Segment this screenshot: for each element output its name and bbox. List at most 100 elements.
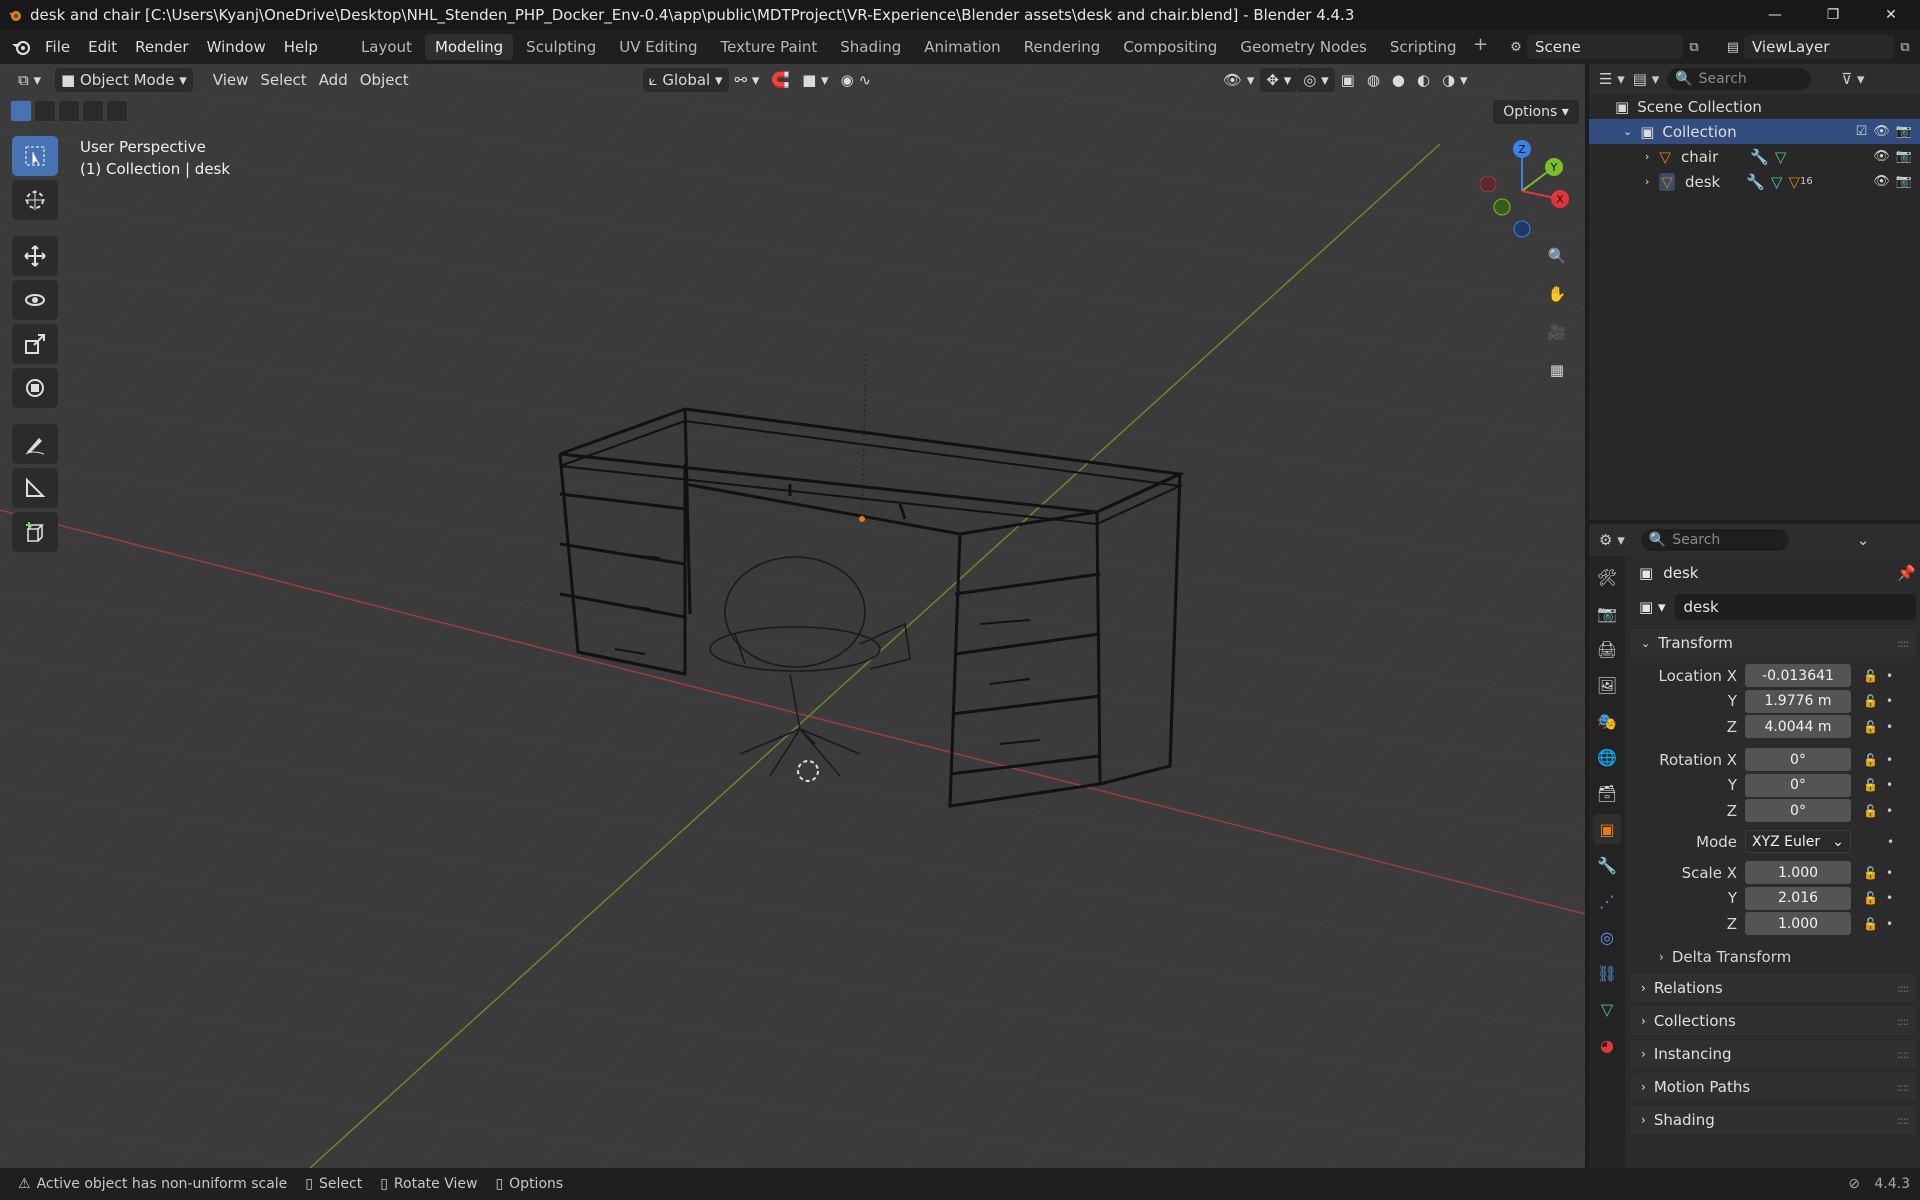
properties-search-input[interactable]: 🔍 Search [1640,529,1789,551]
transform-panel-header[interactable]: ⌄ Transform :::: [1631,629,1916,657]
tab-sculpting[interactable]: Sculpting [516,34,606,60]
chevron-right-icon[interactable]: › [1645,175,1649,188]
lock-icon[interactable]: 🔓 [1863,720,1878,734]
lock-icon[interactable]: 🔓 [1863,778,1878,792]
rotation-mode-dropdown[interactable]: XYZ Euler ⌄ [1745,830,1851,853]
orientation-dropdown[interactable]: ⟀ Global ▾ [642,68,729,92]
location-y-field[interactable]: 1.9776 m [1745,689,1851,713]
particles-tab-icon[interactable]: ⋰ [1593,886,1621,916]
scale-z-field[interactable]: 1.000 [1745,912,1851,935]
new-view-layer-icon[interactable]: ⧉ [1894,36,1916,58]
material-tab-icon[interactable]: ◕ [1593,1030,1621,1060]
new-scene-icon[interactable]: ⧉ [1683,36,1705,58]
drag-grip-icon[interactable]: :::: [1897,1081,1909,1094]
keyframe-dot-icon[interactable]: • [1886,753,1893,767]
display-mode-icon[interactable]: ▤ ▾ [1633,70,1659,88]
keyframe-dot-icon[interactable]: • [1887,835,1894,849]
material-shading-icon[interactable]: ◐ [1411,68,1436,92]
lock-icon[interactable]: 🔓 [1863,866,1878,880]
collections-panel-header[interactable]: › Collections :::: [1631,1007,1916,1035]
tool-tab-icon[interactable]: 🛠 [1593,562,1621,592]
keyframe-dot-icon[interactable]: • [1886,669,1893,683]
chevron-down-icon[interactable]: ⌄ [1623,125,1632,138]
view-layer-icon[interactable]: ▤ [1722,36,1744,58]
rotate-tool-icon[interactable] [12,280,58,320]
viewport-options-button[interactable]: Options ▾ [1493,100,1579,124]
modifier-tab-icon[interactable]: 🔧 [1593,850,1621,880]
keyframe-dot-icon[interactable]: • [1886,866,1893,880]
add-workspace-button[interactable]: + [1470,34,1492,60]
camera-view-icon[interactable]: 🎥 [1541,316,1573,348]
mesh-data-icon[interactable]: ▽ [1771,173,1783,191]
pin-icon[interactable]: 📌 [1897,564,1916,582]
desk-render-icon[interactable]: 📷 [1896,174,1912,189]
xray-toggle-icon[interactable]: ▣ [1335,68,1361,92]
blender-menu-icon[interactable] [6,34,36,60]
chair-visibility-icon[interactable]: 👁 [1873,149,1890,164]
keyframe-dot-icon[interactable]: • [1886,720,1893,734]
view-layer-tab-icon[interactable]: 🖼 [1593,670,1621,700]
editor-type-icon[interactable]: ⧉ ▾ [12,68,47,92]
minimize-button[interactable]: — [1746,0,1804,30]
maximize-button[interactable]: ❐ [1804,0,1862,30]
drag-grip-icon[interactable]: :::: [1897,637,1909,650]
lock-icon[interactable]: 🔓 [1863,804,1878,818]
select-box-tool-icon[interactable] [12,136,58,176]
outliner-search-input[interactable]: 🔍 Search [1667,68,1812,90]
drag-grip-icon[interactable]: :::: [1897,1015,1909,1028]
motion-paths-panel-header[interactable]: › Motion Paths :::: [1631,1073,1916,1101]
menu-render[interactable]: Render [126,34,197,60]
solid-shading-icon[interactable]: ● [1386,68,1411,92]
world-tab-icon[interactable]: 🌐 [1593,742,1621,772]
visibility-icon[interactable]: 👁 ▾ [1217,68,1260,92]
gizmo-neg-x-handle[interactable] [1479,175,1497,193]
zoom-icon[interactable]: 🔍 [1541,240,1573,272]
collection-row[interactable]: ⌄ ▣ Collection ☑ 👁 📷 [1589,119,1920,144]
scene-collection-row[interactable]: ▣ Scene Collection [1589,94,1920,119]
menu-file[interactable]: File [36,34,79,60]
view-layer-field[interactable]: ViewLayer [1744,35,1894,59]
desk-visibility-icon[interactable]: 👁 [1873,174,1890,189]
properties-editor-icon[interactable]: ⚙ ▾ [1599,531,1625,549]
gizmo-toggle-icon[interactable]: ✥ ▾ [1260,68,1298,92]
3d-viewport[interactable]: ⧉ ▾ ■ Object Mode ▾ View Select Add Obje… [0,64,1585,1168]
menu-help[interactable]: Help [275,34,327,60]
instancing-panel-header[interactable]: › Instancing :::: [1631,1040,1916,1068]
tab-animation[interactable]: Animation [914,34,1010,60]
keyframe-dot-icon[interactable]: • [1886,891,1893,905]
scale-y-field[interactable]: 2.016 [1745,886,1851,910]
lock-icon[interactable]: 🔓 [1863,669,1878,683]
modifier-wrench-icon[interactable]: 🔧 [1746,173,1765,191]
collection-render-icon[interactable]: 📷 [1896,124,1912,139]
rotation-z-field[interactable]: 0° [1745,799,1851,822]
output-tab-icon[interactable]: 🖨 [1593,634,1621,664]
outliner-item-chair[interactable]: › ▽ chair 🔧 ▽ 👁 📷 [1589,144,1920,169]
wireframe-shading-icon[interactable]: ◍ [1361,68,1386,92]
pivot-point-icon[interactable]: ⚯ ▾ [729,68,766,92]
chevron-right-icon[interactable]: › [1645,150,1649,163]
collection-tab-icon[interactable]: 🗃 [1593,778,1621,808]
menu-edit[interactable]: Edit [79,34,126,60]
keyframe-dot-icon[interactable]: • [1886,917,1893,931]
select-invert-icon[interactable] [82,100,104,122]
collection-visibility-icon[interactable]: 👁 [1873,124,1890,139]
keyframe-dot-icon[interactable]: • [1886,804,1893,818]
rotation-x-field[interactable]: 0° [1745,748,1851,771]
select-intersect-icon[interactable] [106,100,128,122]
pan-hand-icon[interactable]: ✋ [1541,278,1573,310]
location-z-field[interactable]: 4.0044 m [1745,715,1851,738]
snap-target-icon[interactable]: ■ ▾ [796,68,834,92]
menu-add[interactable]: Add [313,68,354,92]
chair-render-icon[interactable]: 📷 [1896,149,1912,164]
object-name-field[interactable]: desk [1675,594,1916,620]
tab-modeling[interactable]: Modeling [424,34,514,60]
tab-texture-paint[interactable]: Texture Paint [710,34,827,60]
rendered-shading-icon[interactable]: ◑ ▾ [1436,68,1473,92]
ortho-grid-icon[interactable]: ▦ [1541,354,1573,386]
annotate-tool-icon[interactable] [12,424,58,464]
scene-tab-icon[interactable]: 🎭 [1593,706,1621,736]
material-icon[interactable]: ▽ [1788,173,1800,191]
overlay-toggle-icon[interactable]: ◎ ▾ [1297,68,1335,92]
lock-icon[interactable]: 🔓 [1863,917,1878,931]
filter-icon[interactable]: ⊽ ▾ [1841,70,1864,88]
